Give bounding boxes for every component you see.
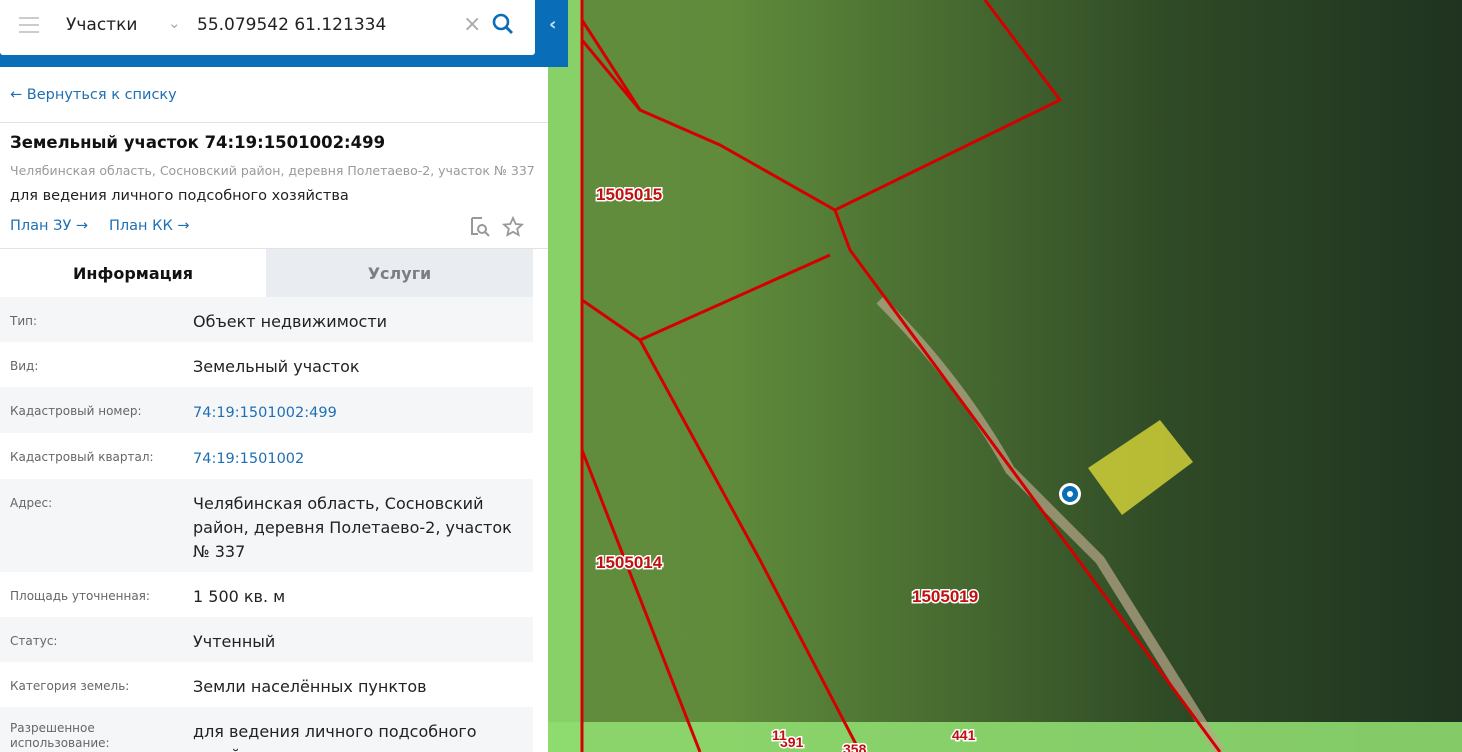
map-label-quarter: 1505015 xyxy=(596,185,662,204)
row-label: Кадастровый номер: xyxy=(10,404,142,418)
back-to-list-link[interactable]: ← Вернуться к списку xyxy=(10,87,177,103)
row-label: Разрешенное использование: xyxy=(10,721,110,750)
clear-icon[interactable]: × xyxy=(463,12,481,37)
table-row: Категория земель: Земли населённых пункто… xyxy=(0,662,533,707)
row-value: 1 500 кв. м xyxy=(193,587,286,606)
tab-info[interactable]: Информация xyxy=(0,249,266,297)
row-label: Кадастровый квартал: xyxy=(10,450,154,464)
row-value: Учтенный xyxy=(193,632,276,651)
row-label: Категория земель: xyxy=(10,679,130,693)
zone-overlay-bottom xyxy=(548,722,1462,752)
cadastral-quarter-link[interactable]: 74:19:1501002 xyxy=(193,433,523,479)
parcel-title: Земельный участок 74:19:1501002:499 xyxy=(10,133,386,152)
row-label: Адрес: xyxy=(10,496,53,510)
map-label-quarter: 1505019 xyxy=(912,587,978,606)
table-row: Вид: Земельный участок xyxy=(0,342,533,387)
info-panel: ← Вернуться к списку Земельный участок 7… xyxy=(0,0,548,752)
map-label-quarter: 1505014 xyxy=(596,553,663,572)
cadastral-number-link[interactable]: 74:19:1501002:499 xyxy=(193,387,523,433)
plan-zu-link[interactable]: План ЗУ → xyxy=(10,218,88,234)
chevron-down-icon[interactable]: ⌄ xyxy=(168,14,181,32)
table-row: Кадастровый номер: 74:19:1501002:499 xyxy=(0,387,533,433)
back-link-label: Вернуться к списку xyxy=(26,87,177,103)
row-label: Площадь уточненная: xyxy=(10,589,150,603)
parcel-purpose: для ведения личного подсобного хозяйства xyxy=(10,188,349,204)
search-icon[interactable] xyxy=(491,12,515,36)
zone-overlay-left xyxy=(548,0,582,752)
table-row: Статус: Учтенный xyxy=(0,617,533,662)
collapse-panel-chevron-icon[interactable]: ‹ xyxy=(549,14,556,35)
layer-select[interactable]: Участки xyxy=(66,15,137,35)
table-row: Кадастровый квартал: 74:19:1501002 xyxy=(0,433,533,479)
table-row: Тип: Объект недвижимости xyxy=(0,297,533,342)
row-value: Челябинская область, Сосновский район, д… xyxy=(193,494,512,561)
table-row: Площадь уточненная: 1 500 кв. м xyxy=(0,572,533,617)
row-label: Статус: xyxy=(10,634,58,648)
plan-kk-link[interactable]: План КК → xyxy=(109,218,190,234)
row-label: Тип: xyxy=(10,314,38,328)
map-label-parcel: 11 xyxy=(772,727,787,743)
row-value: Земельный участок xyxy=(193,357,360,376)
map-label-parcel: 441 xyxy=(952,727,976,743)
row-value: Объект недвижимости xyxy=(193,312,388,331)
table-row: Разрешенное использование: для ведения ли… xyxy=(0,707,533,752)
row-value: для ведения личного подсобного хозяйства xyxy=(193,722,477,752)
search-input[interactable]: 55.079542 61.121334 xyxy=(197,15,386,35)
location-marker[interactable] xyxy=(1059,483,1081,505)
row-value: Земли населённых пунктов xyxy=(193,677,427,696)
parcel-address: Челябинская область, Сосновский район, д… xyxy=(10,163,535,178)
tabs: Информация Услуги xyxy=(0,249,533,297)
map-label-parcel: 358 xyxy=(843,741,867,752)
tab-services[interactable]: Услуги xyxy=(266,249,533,297)
menu-icon[interactable] xyxy=(19,17,39,33)
divider xyxy=(0,122,548,123)
star-icon[interactable] xyxy=(502,216,524,238)
info-table: Тип: Объект недвижимости Вид: Земельный уч… xyxy=(0,297,533,752)
search-header: Участки ⌄ 55.079542 61.121334 × ‹ xyxy=(0,0,568,67)
row-label: Вид: xyxy=(10,359,39,373)
table-row: Адрес: Челябинская область, Сосновский ра… xyxy=(0,479,533,572)
document-search-icon[interactable] xyxy=(469,216,491,238)
search-box: Участки ⌄ 55.079542 61.121334 × xyxy=(0,0,535,55)
